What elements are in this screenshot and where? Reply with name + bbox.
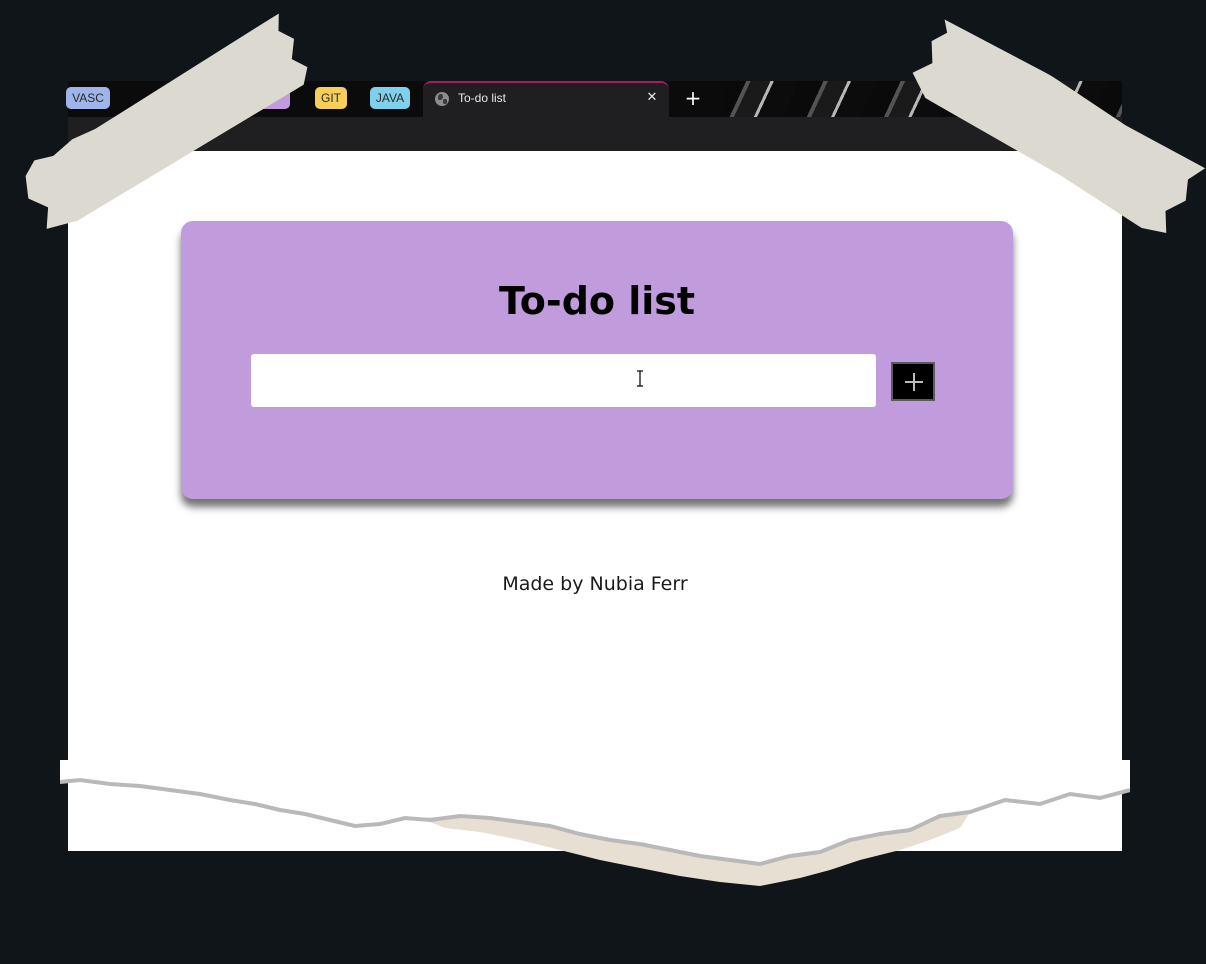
task-input[interactable] — [251, 354, 876, 407]
close-icon[interactable]: ✕ — [643, 89, 661, 107]
todo-card: To-do list — [181, 221, 1013, 499]
new-tab-button[interactable]: + — [681, 86, 705, 110]
credit-text: Made by Nubia Ferr — [502, 573, 688, 595]
tab-group-chip-git[interactable]: GIT — [315, 87, 347, 109]
globe-icon — [435, 92, 449, 106]
tab-group-chip-java[interactable]: JAVA — [370, 87, 410, 109]
text-cursor-icon — [637, 370, 643, 387]
torn-paper-edge — [60, 760, 1130, 886]
tab-title: To-do list — [458, 91, 507, 105]
page-title: To-do list — [498, 279, 696, 323]
plus-icon — [905, 373, 923, 391]
browser-tab-active[interactable]: To-do list ✕ — [423, 81, 669, 117]
add-task-button[interactable] — [891, 362, 935, 401]
tab-group-chip-vasc[interactable]: VASC — [66, 87, 110, 109]
